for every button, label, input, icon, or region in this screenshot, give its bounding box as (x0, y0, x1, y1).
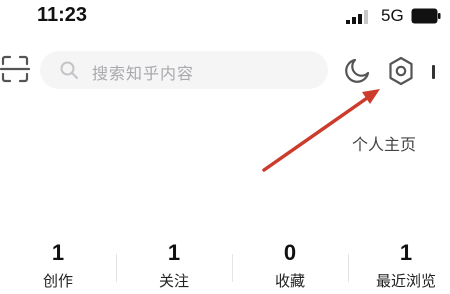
stat-label: 关注 (158, 272, 189, 290)
scan-icon[interactable] (0, 54, 30, 84)
profile-link[interactable]: 个人主页 (352, 131, 416, 155)
overflow-edge-icon (432, 65, 435, 79)
stat-favorites[interactable]: 0 收藏 (232, 238, 348, 291)
stats-row: 1 创作 1 关注 0 收藏 1 最近浏览 (0, 238, 450, 294)
moon-icon[interactable] (342, 56, 372, 86)
stat-value: 0 (283, 240, 297, 265)
stat-value: 1 (167, 240, 181, 265)
network-type: 5G (381, 6, 404, 25)
stat-value: 1 (51, 240, 65, 265)
stat-label: 收藏 (274, 272, 305, 290)
settings-icon[interactable] (386, 55, 416, 87)
stat-value: 1 (399, 240, 413, 265)
stat-label: 创作 (42, 272, 73, 290)
status-bar: 11:23 5G (0, 0, 450, 36)
signal-icon (346, 10, 368, 24)
search-input[interactable]: 搜索知乎内容 (40, 51, 328, 89)
stat-creations[interactable]: 1 创作 (0, 238, 116, 291)
search-placeholder: 搜索知乎内容 (92, 64, 195, 83)
stat-label: 最近浏览 (375, 272, 436, 290)
search-icon (60, 61, 78, 79)
stat-following[interactable]: 1 关注 (116, 238, 232, 291)
stat-recent[interactable]: 1 最近浏览 (348, 238, 450, 291)
battery-icon (411, 8, 441, 24)
status-time: 11:23 (37, 4, 88, 26)
